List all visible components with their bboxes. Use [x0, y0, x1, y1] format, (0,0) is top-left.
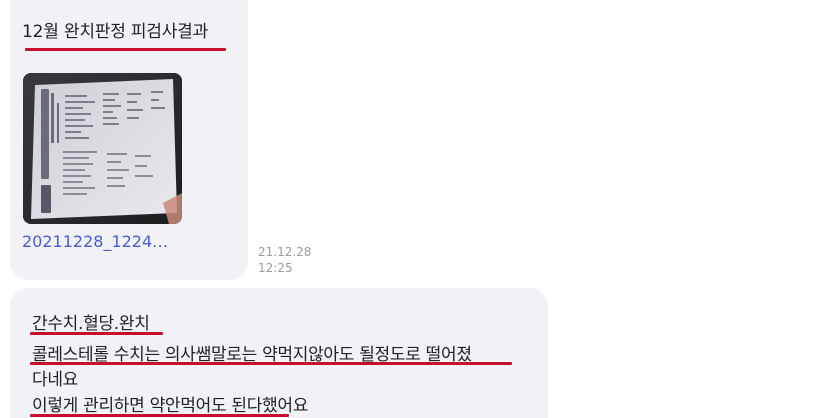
annotation-underline [30, 414, 289, 417]
message-timestamp: 21.12.28 12:25 [258, 244, 311, 276]
image-thumbnail[interactable] [23, 73, 182, 224]
message-line: 이렇게 관리하면 약안먹어도 된다했어요 [32, 396, 309, 416]
attachment-filename-link[interactable]: 20211228_1224… [22, 232, 168, 251]
timestamp-date: 21.12.28 [258, 245, 312, 259]
message-caption: 12월 완치판정 피검사결과 [22, 22, 209, 42]
message-line: 다네요 [32, 370, 79, 390]
annotation-underline [30, 362, 512, 365]
annotation-underline [30, 332, 163, 335]
photo-of-lab-report-icon [23, 73, 182, 224]
timestamp-time: 12:25 [258, 261, 293, 275]
message-line: 간수치.혈당.완치 [32, 314, 150, 334]
annotation-underline [25, 48, 226, 51]
chat-thread: 12월 완치판정 피검사결과 20211228_1224… 21.12.28 1… [0, 0, 832, 418]
